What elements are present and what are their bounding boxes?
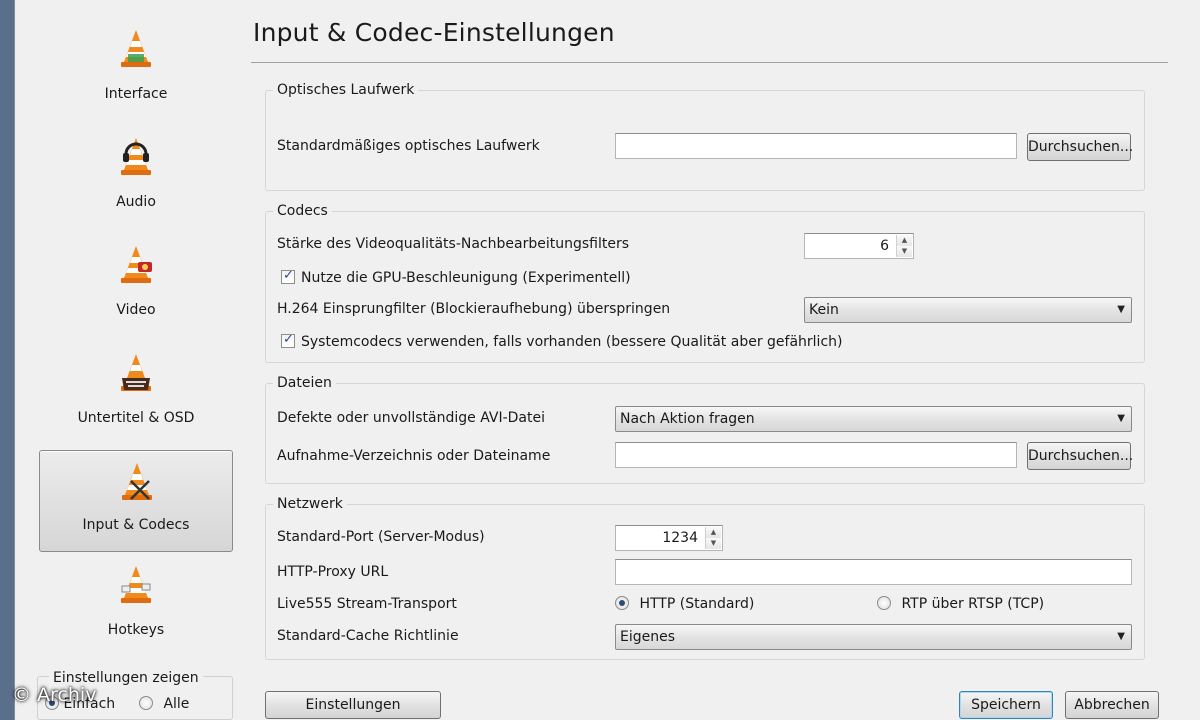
preferences-window: Interface Audio Video Untertitel & OSD I… [14,0,1200,720]
codecs-group-title: Codecs [273,203,332,219]
sidebar-item-audio[interactable]: Audio [39,116,233,218]
server-port-spinbox[interactable]: 1234 ▲ ▼ [615,525,723,551]
sidebar-item-label: Audio [116,194,156,210]
cache-policy-dropdown[interactable]: Eigenes ▼ [615,624,1132,650]
radio-icon [615,596,629,610]
sidebar-item-input-codecs[interactable]: Input & Codecs [39,450,233,552]
checkbox-checked-icon [281,268,295,284]
server-port-value: 1234 [662,530,698,546]
spin-up-icon[interactable]: ▲ [706,527,721,538]
gpu-accel-checkbox[interactable]: Nutze die GPU-Beschleunigung (Experiment… [281,268,631,286]
postprocessing-value: 6 [880,238,889,254]
chevron-down-icon: ▼ [1117,413,1125,424]
h264-skip-value: Kein [809,302,839,318]
server-port-label: Standard-Port (Server-Modus) [277,529,485,545]
record-path-input[interactable] [615,442,1017,468]
sidebar-item-video[interactable]: Video [39,224,233,326]
sidebar-item-label: Input & Codecs [82,517,190,533]
title-divider [251,62,1168,63]
spin-down-icon[interactable]: ▼ [897,246,912,257]
gpu-accel-label: Nutze die GPU-Beschleunigung (Experiment… [301,270,631,286]
cache-policy-label: Standard-Cache Richtlinie [277,628,459,644]
postprocessing-spinbox[interactable]: 6 ▲ ▼ [804,233,914,259]
archive-watermark: © Archiv [12,684,97,706]
sidebar-item-label: Interface [104,86,168,102]
reset-preferences-button[interactable]: Einstellungen zurücksetzen [265,691,441,719]
vlc-cone-interface-icon [121,30,151,67]
chevron-down-icon: ▼ [1117,631,1125,642]
optical-browse-button[interactable]: Durchsuchen... [1027,133,1133,161]
cancel-button[interactable]: Abbrechen [1065,691,1159,719]
vlc-cone-subtitles-icon [121,354,151,391]
h264-skip-dropdown[interactable]: Kein ▼ [804,297,1132,323]
sidebar-item-label: Untertitel & OSD [77,410,195,426]
h264-skip-label: H.264 Einsprungfilter (Blockieraufhebung… [277,301,671,317]
files-group [265,383,1145,484]
page-title: Input & Codec-Einstellungen [253,18,615,47]
save-button[interactable]: Speichern [959,691,1053,719]
vlc-cone-hotkeys-icon [121,566,151,603]
sidebar-item-hotkeys[interactable]: Hotkeys [39,552,233,654]
spin-arrows[interactable]: ▲ ▼ [896,235,912,257]
transport-http-radio[interactable]: HTTP (Standard) [615,596,754,612]
sidebar-item-subtitles-osd[interactable]: Untertitel & OSD [39,332,233,434]
show-all-radio[interactable]: Alle [139,696,189,712]
avi-repair-label: Defekte oder unvollständige AVI-Datei [277,410,545,426]
network-group-title: Netzwerk [273,496,347,512]
stream-transport-label: Live555 Stream-Transport [277,596,457,612]
radio-icon [139,696,153,710]
vlc-cone-video-icon [121,246,152,283]
chevron-down-icon: ▼ [1117,304,1125,315]
transport-rtsp-label: RTP über RTSP (TCP) [901,596,1045,612]
radio-icon [877,596,891,610]
optical-drive-label: Standardmäßiges optisches Laufwerk [277,138,540,154]
spin-arrows[interactable]: ▲ ▼ [705,527,721,549]
optical-drive-input[interactable] [615,133,1017,159]
spin-down-icon[interactable]: ▼ [706,538,721,549]
cache-policy-value: Eigenes [620,629,676,645]
show-all-label: Alle [163,696,190,712]
avi-repair-dropdown[interactable]: Nach Aktion fragen ▼ [615,406,1132,432]
sidebar-item-label: Hotkeys [107,622,165,638]
system-codecs-checkbox[interactable]: Systemcodecs verwenden, falls vorhanden … [281,332,843,350]
transport-rtsp-radio[interactable]: RTP über RTSP (TCP) [877,596,1044,612]
system-codecs-label: Systemcodecs verwenden, falls vorhanden … [301,334,843,350]
sidebar-item-label: Video [116,302,156,318]
checkbox-checked-icon [281,332,295,348]
http-proxy-label: HTTP-Proxy URL [277,564,389,580]
vlc-cone-audio-icon [121,138,151,175]
postprocessing-label: Stärke des Videoqualitäts-Nachbearbeitun… [277,236,629,252]
record-browse-button[interactable]: Durchsuchen... [1027,442,1133,470]
files-group-title: Dateien [273,375,336,391]
avi-repair-value: Nach Aktion fragen [620,411,755,427]
vlc-cone-input-icon [122,463,152,500]
record-path-label: Aufnahme-Verzeichnis oder Dateiname [277,448,551,464]
spin-up-icon[interactable]: ▲ [897,235,912,246]
optical-drive-group-title: Optisches Laufwerk [273,82,419,98]
http-proxy-input[interactable] [615,559,1132,585]
sidebar-item-interface[interactable]: Interface [39,8,233,110]
transport-http-label: HTTP (Standard) [639,596,755,612]
category-sidebar: Interface Audio Video Untertitel & OSD I… [15,0,247,720]
